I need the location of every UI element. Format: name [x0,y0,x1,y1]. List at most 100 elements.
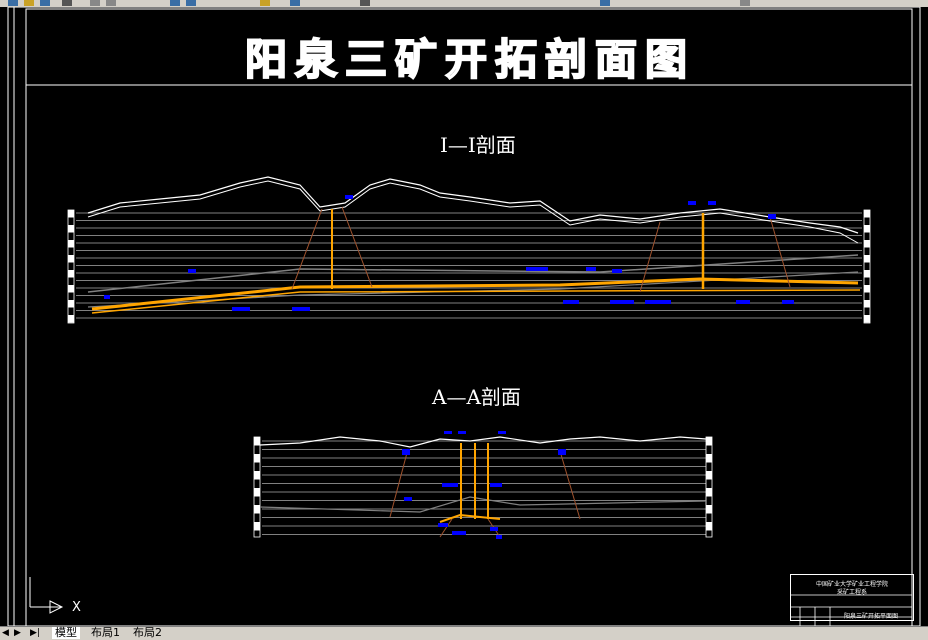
redo-icon[interactable] [186,0,196,6]
ucs-x-label: X [72,600,81,615]
scale-tick [68,300,74,308]
label-mark [586,267,596,271]
scale-tick [68,285,74,293]
elevation-scale-right [705,436,713,538]
section-1 [67,176,871,324]
fault-line [341,206,373,288]
label-mark [736,300,750,304]
scale-tick [254,454,260,463]
label-mark [404,497,412,501]
scale-tick [864,285,870,293]
pan-icon[interactable] [260,0,270,6]
cut-icon[interactable] [90,0,100,6]
label-mark [558,449,566,455]
label-mark [402,449,410,455]
label-mark [708,201,716,205]
label-mark [490,527,498,531]
layer-icon[interactable] [600,0,610,6]
level-lines [262,440,706,535]
scale-tick [864,300,870,308]
label-mark [498,431,506,434]
drawing-title-box: 阳泉三矿开拓剖面图 [225,25,715,87]
undo-icon[interactable] [170,0,180,6]
tab-layout2[interactable]: 布局2 [130,627,165,639]
scale-tick [864,270,870,278]
title-block-drawing-name: 阳泉三矿开拓平面图 [843,613,898,620]
next-tab-icon[interactable]: ▶| [30,628,40,638]
elevation-scale-left [253,436,261,538]
scale-tick [254,471,260,480]
scale-tick [864,315,870,323]
scale-tick [254,522,260,531]
scale-tick [254,437,260,446]
blue-labels [402,431,566,539]
label-mark [104,295,110,299]
elevation-scale-left [67,209,75,324]
scale-tick [68,210,74,218]
fault-line [389,448,409,518]
label-mark [490,483,502,487]
tab-layout1[interactable]: 布局1 [88,627,123,639]
label-mark [442,483,458,487]
section-1-label: I—I剖面 [440,133,516,157]
scale-tick [68,255,74,263]
first-tab-icon[interactable]: ◀ [2,628,9,638]
title-block-department: 采矿工程系 [836,589,867,596]
scale-tick [254,505,260,514]
scale-tick [706,488,712,497]
elevation-scale-right [863,209,871,324]
drawing-svg [7,7,921,626]
label-mark [232,307,250,311]
scale-tick [864,240,870,248]
ucs-icon [29,577,64,614]
section-2 [253,431,713,539]
section-2-label: A—A剖面 [432,385,521,409]
scale-tick [706,522,712,531]
title-block: 中国矿业大学矿业工程学院 采矿工程系 阳泉三矿开拓平面图 [790,574,914,621]
save-icon[interactable] [40,0,50,6]
help-icon[interactable] [740,0,750,6]
label-mark [768,214,776,219]
prev-tab-icon[interactable]: ▶ [14,628,21,638]
scale-tick [706,505,712,514]
open-icon[interactable] [24,0,34,6]
scale-tick [68,240,74,248]
scale-tick [864,210,870,218]
coal-seam [439,513,501,523]
terrain-line [87,176,859,234]
new-icon[interactable] [8,0,18,6]
coal-seam [91,277,859,311]
layout-tab-bar: ◀ ▶ ▶| 模型 布局1 布局2 [0,626,928,640]
stratum-line [259,496,707,513]
label-mark [188,269,196,273]
scale-tick [68,270,74,278]
scale-tick [706,471,712,480]
label-mark [563,300,579,304]
label-mark [782,300,794,304]
properties-icon[interactable] [360,0,370,6]
scale-tick [254,488,260,497]
label-mark [610,300,634,304]
zoom-icon[interactable] [290,0,300,6]
label-mark [496,535,502,539]
fault-line [291,208,323,290]
drawing-title: 阳泉三矿开拓剖面图 [244,34,695,85]
label-mark [526,267,548,271]
scale-tick [68,225,74,233]
tab-model[interactable]: 模型 [52,627,80,639]
copy-icon[interactable] [106,0,116,6]
label-mark [438,523,448,527]
inner-frame [25,8,913,626]
label-mark [292,307,310,311]
label-mark [444,431,452,434]
label-mark [452,531,466,535]
label-mark [458,431,466,434]
scale-tick [706,454,712,463]
scale-tick [706,437,712,446]
label-mark [645,300,671,304]
label-mark [345,195,353,199]
print-icon[interactable] [62,0,72,6]
scale-tick [864,225,870,233]
drawing-canvas[interactable]: 阳泉三矿开拓剖面图 I—I剖面 A—A剖面 中国矿业大学矿业工程学院 采矿工程系… [0,7,928,626]
scale-tick [68,315,74,323]
